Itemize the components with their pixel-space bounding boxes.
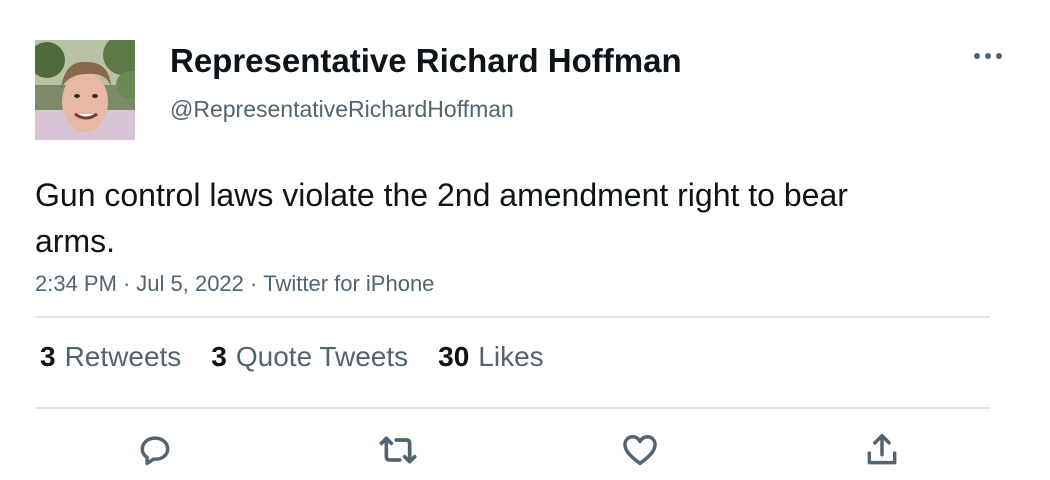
tweet-time[interactable]: 2:34 PM — [35, 271, 117, 296]
likes-stat[interactable]: 30 Likes — [438, 341, 544, 373]
quote-tweets-label: Quote Tweets — [235, 341, 409, 372]
retweets-stat[interactable]: 3 Retweets — [40, 341, 181, 373]
retweets-label: Retweets — [64, 341, 182, 372]
tweet-text: Gun control laws violate the 2nd amendme… — [35, 177, 848, 259]
retweet-button[interactable] — [378, 430, 418, 470]
author-handle[interactable]: @RepresentativeRichardHoffman — [170, 96, 514, 123]
reply-button[interactable] — [135, 430, 175, 470]
quote-tweets-count: 3 — [211, 341, 227, 372]
engagement-stats: 3 Retweets 3 Quote Tweets 30 Likes — [40, 341, 544, 373]
meta-separator: · — [249, 271, 258, 296]
meta-separator: · — [122, 271, 131, 296]
likes-label: Likes — [478, 341, 544, 372]
tweet-meta: 2:34 PM · Jul 5, 2022 · Twitter for iPhone — [35, 271, 434, 297]
retweets-count: 3 — [40, 341, 56, 372]
tweet-detail: Representative Richard Hoffman @Represen… — [0, 0, 1050, 480]
divider — [35, 316, 990, 318]
avatar[interactable] — [35, 40, 135, 140]
share-button[interactable] — [862, 430, 902, 470]
profile-photo-icon — [35, 40, 135, 140]
tweet-date[interactable]: Jul 5, 2022 — [136, 271, 244, 296]
more-options-button[interactable] — [970, 42, 1006, 70]
like-button[interactable] — [620, 430, 660, 470]
more-horizontal-icon — [974, 53, 1002, 59]
quote-tweets-stat[interactable]: 3 Quote Tweets — [211, 341, 408, 373]
likes-count: 30 — [438, 341, 470, 372]
retweet-icon — [379, 436, 417, 464]
heart-icon — [623, 434, 657, 466]
author-display-name[interactable]: Representative Richard Hoffman — [170, 42, 682, 80]
divider — [35, 407, 990, 409]
share-icon — [867, 434, 897, 465]
reply-icon — [140, 436, 170, 466]
tweet-source[interactable]: Twitter for iPhone — [263, 271, 434, 296]
